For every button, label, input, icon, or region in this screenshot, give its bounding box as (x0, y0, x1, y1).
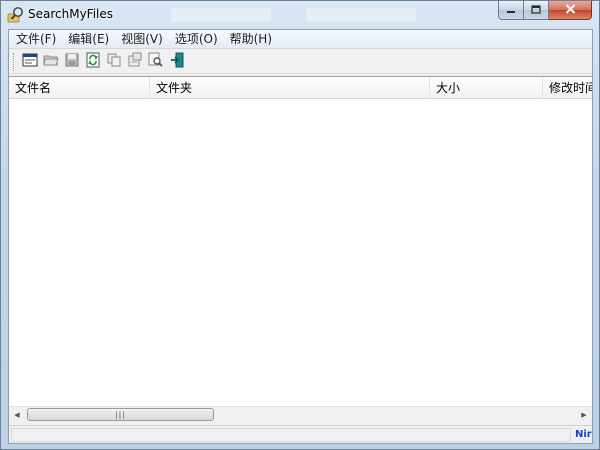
status-text (11, 428, 571, 442)
minimize-button[interactable] (498, 1, 524, 20)
arrow-right-icon: ▶ (581, 411, 587, 419)
app-window: SearchMyFiles 文件(F) 编辑(E) 视图(V) 选项(O) 帮助… (0, 0, 600, 450)
status-bar: Nir (9, 425, 592, 443)
menu-edit[interactable]: 编辑(E) (62, 30, 115, 48)
minimize-icon (506, 3, 516, 17)
maximize-icon (531, 3, 541, 17)
properties-icon (127, 52, 143, 71)
properties-button[interactable] (125, 52, 145, 72)
background-taskbar-ghost (171, 8, 271, 22)
column-header-filename[interactable]: 文件名 (9, 77, 150, 99)
column-header-folder[interactable]: 文件夹 (150, 77, 430, 99)
magnifier-folder-icon (7, 6, 25, 24)
refresh-icon (85, 52, 101, 71)
search-options-icon (22, 52, 38, 71)
arrow-left-icon: ◀ (14, 411, 20, 419)
grip-icon: ||| (114, 409, 127, 419)
background-taskbar-ghost (306, 8, 416, 22)
save-button[interactable] (62, 52, 82, 72)
copy-button[interactable] (104, 52, 124, 72)
save-icon (64, 52, 80, 71)
find-button[interactable] (146, 52, 166, 72)
exit-button[interactable] (167, 52, 187, 72)
refresh-button[interactable] (83, 52, 103, 72)
menu-help[interactable]: 帮助(H) (224, 30, 278, 48)
menu-file[interactable]: 文件(F) (10, 30, 62, 48)
menu-view[interactable]: 视图(V) (115, 30, 169, 48)
window-title: SearchMyFiles (28, 7, 114, 21)
menu-bar: 文件(F) 编辑(E) 视图(V) 选项(O) 帮助(H) (9, 30, 592, 49)
client-area: 文件(F) 编辑(E) 视图(V) 选项(O) 帮助(H) 文件名 文件夹 大小… (8, 29, 593, 444)
toolbar (9, 50, 592, 74)
open-folder-button[interactable] (41, 52, 61, 72)
menu-options[interactable]: 选项(O) (169, 30, 224, 48)
find-icon (148, 52, 164, 71)
status-credit-link[interactable]: Nir (575, 428, 592, 442)
maximize-button[interactable] (524, 1, 549, 20)
caption-buttons (498, 1, 592, 21)
close-icon (565, 3, 576, 17)
toolbar-grip[interactable] (13, 52, 16, 71)
file-list[interactable]: 文件名 文件夹 大小 修改时间 (9, 76, 592, 421)
close-button[interactable] (549, 1, 592, 20)
copy-icon (106, 52, 122, 71)
scrollbar-thumb[interactable]: ||| (27, 408, 214, 421)
column-header-size[interactable]: 大小 (430, 77, 543, 99)
title-bar[interactable]: SearchMyFiles (1, 1, 599, 29)
scrollbar-track[interactable]: ||| (25, 407, 576, 423)
column-header-modified-time[interactable]: 修改时间 (543, 77, 592, 99)
scroll-right-button[interactable]: ▶ (576, 407, 592, 423)
open-folder-icon (43, 52, 59, 71)
exit-icon (169, 52, 185, 71)
list-header: 文件名 文件夹 大小 修改时间 (9, 77, 592, 99)
horizontal-scrollbar[interactable]: ◀ ||| ▶ (9, 406, 592, 423)
scroll-left-button[interactable]: ◀ (9, 407, 25, 423)
search-options-button[interactable] (20, 52, 40, 72)
